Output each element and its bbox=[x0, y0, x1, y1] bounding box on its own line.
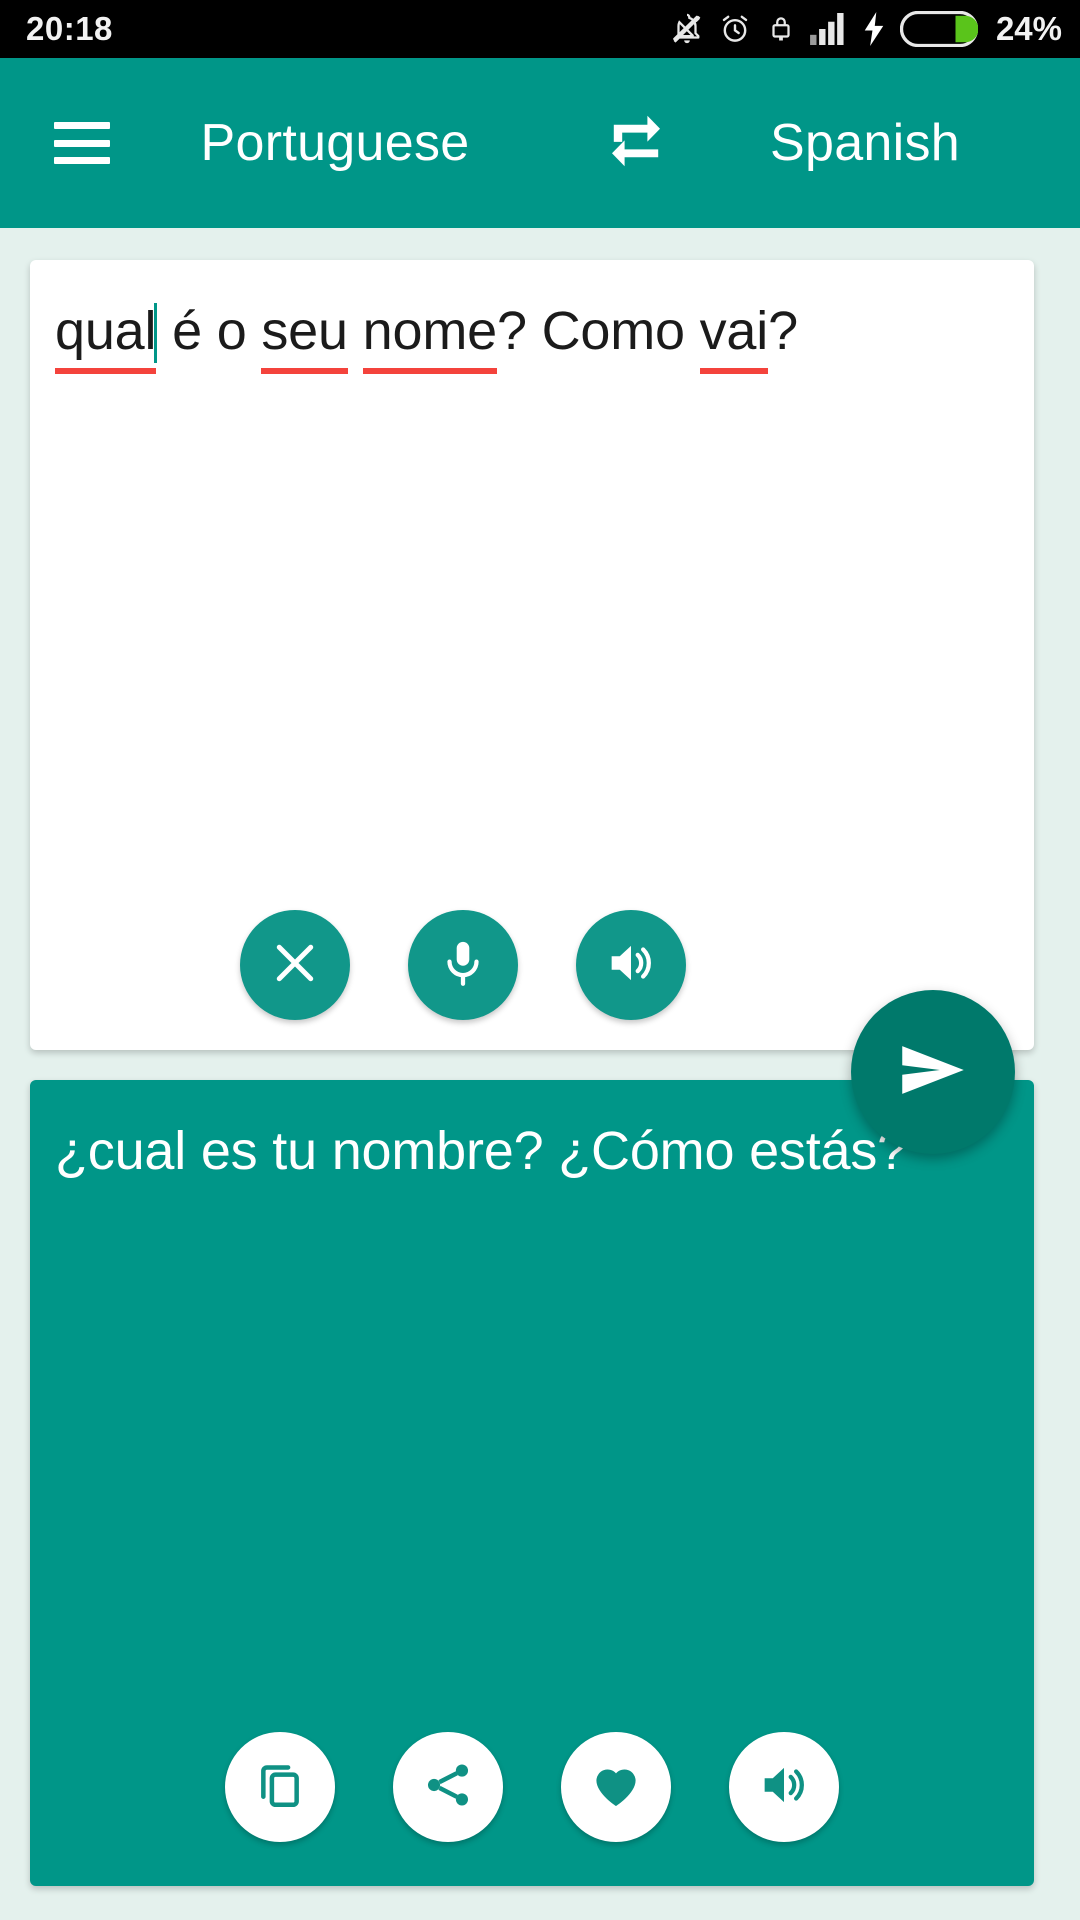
status-clock: 20:18 bbox=[26, 10, 113, 47]
source-text-card: qual é o seu nome? Como vai? bbox=[30, 260, 1034, 1050]
menu-icon[interactable] bbox=[54, 122, 110, 164]
misspelled-word: nome bbox=[362, 298, 498, 373]
clear-button[interactable] bbox=[240, 910, 350, 1020]
status-bar: 20:18 24% bbox=[0, 0, 1080, 58]
share-icon bbox=[421, 1758, 475, 1817]
microphone-button[interactable] bbox=[408, 910, 518, 1020]
speak-source-button[interactable] bbox=[576, 910, 686, 1020]
target-language-selector[interactable]: Spanish bbox=[700, 113, 1030, 173]
favorite-button[interactable] bbox=[561, 1732, 671, 1842]
misspelled-word: seu bbox=[261, 298, 349, 373]
app-bar: Portuguese Spanish bbox=[0, 58, 1080, 228]
speaker-icon bbox=[757, 1758, 811, 1817]
charging-bolt-icon bbox=[862, 12, 886, 46]
translated-text: ¿cual es tu nombre? ¿Cómo estás? bbox=[55, 1121, 907, 1181]
heart-icon bbox=[588, 1757, 644, 1818]
source-text-segment: é o bbox=[157, 301, 262, 361]
status-icons: 24% bbox=[670, 10, 1062, 48]
battery-percent: 24% bbox=[995, 10, 1062, 47]
signal-bars-icon bbox=[810, 13, 848, 45]
alarm-icon bbox=[718, 11, 752, 47]
misspelled-word: qual bbox=[55, 298, 157, 373]
usb-lock-icon bbox=[766, 11, 796, 47]
source-text-segment bbox=[348, 301, 363, 361]
translation-action-buttons bbox=[30, 1732, 1034, 1842]
translated-text-card: ¿cual es tu nombre? ¿Cómo estás? bbox=[30, 1080, 1034, 1886]
speak-target-button[interactable] bbox=[729, 1732, 839, 1842]
menu-bar-3 bbox=[54, 157, 110, 164]
source-text-segment: ? Como bbox=[496, 301, 700, 361]
share-button[interactable] bbox=[393, 1732, 503, 1842]
app-screen: 20:18 24% Portuguese Spanish qual é o se… bbox=[0, 0, 1080, 1920]
copy-button[interactable] bbox=[225, 1732, 335, 1842]
notifications-off-icon bbox=[670, 11, 704, 47]
copy-icon bbox=[253, 1758, 307, 1817]
microphone-icon bbox=[436, 936, 490, 995]
source-text-input[interactable]: qual é o seu nome? Como vai? bbox=[55, 298, 1009, 373]
send-icon bbox=[892, 1029, 974, 1116]
source-text-segment: ? bbox=[768, 301, 798, 361]
speaker-icon bbox=[604, 936, 658, 995]
battery-icon bbox=[899, 11, 978, 47]
swap-icon bbox=[600, 105, 672, 182]
send-button[interactable] bbox=[851, 990, 1015, 1154]
menu-bar-1 bbox=[54, 122, 110, 129]
swap-languages-button[interactable] bbox=[578, 85, 694, 201]
menu-bar-2 bbox=[54, 139, 110, 147]
misspelled-word: vai bbox=[699, 298, 769, 373]
source-action-buttons bbox=[30, 910, 1034, 1020]
close-icon bbox=[268, 936, 322, 995]
source-language-selector[interactable]: Portuguese bbox=[170, 113, 500, 173]
